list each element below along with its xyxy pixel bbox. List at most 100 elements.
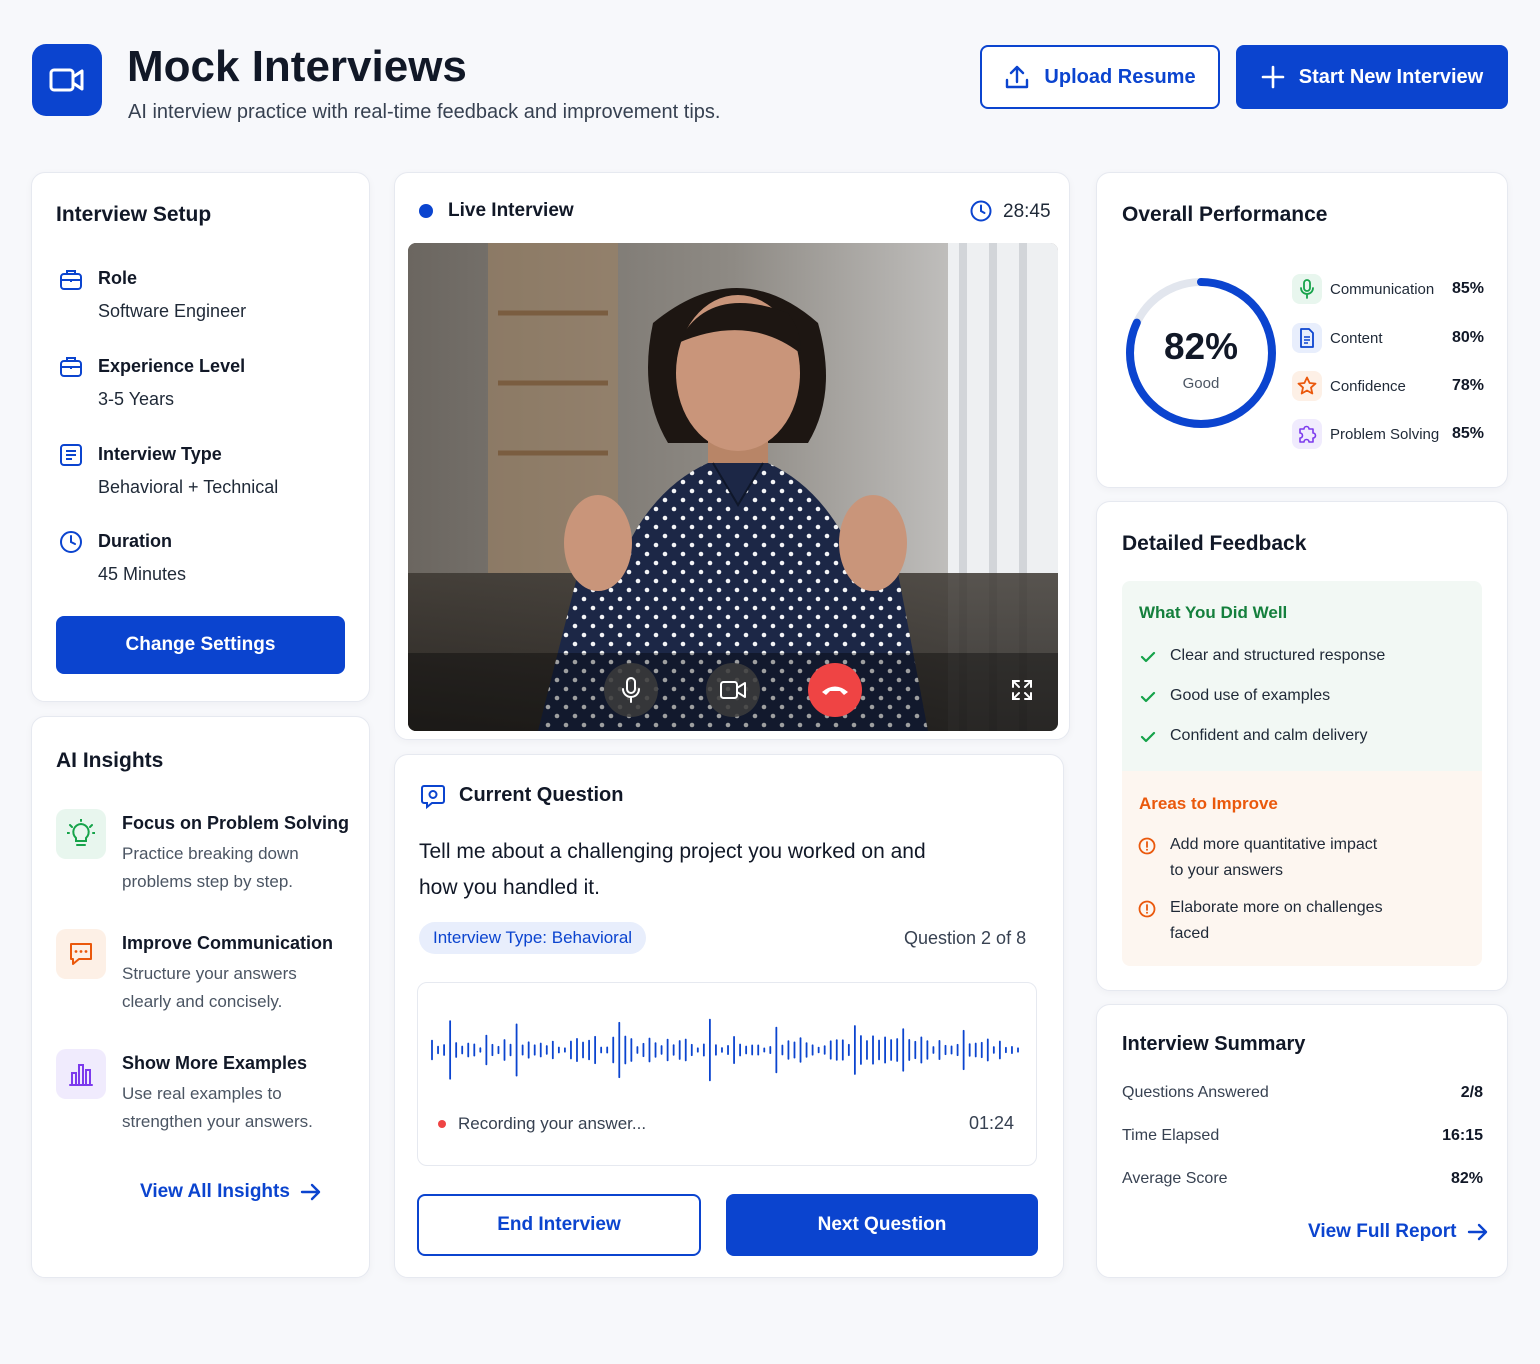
view-all-insights-link[interactable]: View All Insights — [140, 1181, 322, 1203]
star-icon — [1292, 371, 1322, 401]
areas-to-improve-title: Areas to Improve — [1139, 794, 1278, 813]
did-well-item: Clear and structured response — [1170, 647, 1386, 664]
metric-value: 78% — [1452, 377, 1485, 394]
insight-desc: Practice breaking down — [122, 844, 299, 863]
view-full-report-label: View Full Report — [1308, 1221, 1457, 1242]
end-interview-button[interactable]: End Interview — [417, 1194, 701, 1256]
lightbulb-icon — [56, 809, 106, 859]
recording-status-label: Recording your answer... — [458, 1114, 647, 1133]
did-well-title: What You Did Well — [1139, 603, 1288, 622]
overall-performance-title: Overall Performance — [1122, 203, 1328, 226]
video-feed — [408, 243, 1058, 731]
summary-row-value: 16:15 — [1442, 1127, 1483, 1144]
live-interview-card: Live Interview 28:45 — [394, 172, 1070, 740]
view-full-report-link[interactable]: View Full Report — [1308, 1221, 1489, 1243]
plus-icon — [1261, 65, 1285, 89]
interview-setup-card: Interview Setup Role Software Engineer E… — [31, 172, 370, 702]
puzzle-icon — [1292, 419, 1322, 449]
insight-desc: Use real examples to — [122, 1084, 282, 1103]
insight-title: Focus on Problem Solving — [122, 813, 350, 833]
insight-desc: clearly and concisely. — [122, 992, 283, 1011]
bar-chart-icon — [56, 1049, 106, 1099]
metric-value: 85% — [1452, 280, 1485, 297]
metric-name: Communication — [1330, 281, 1435, 298]
summary-row-label: Average Score — [1122, 1170, 1228, 1187]
metric-name: Content — [1330, 330, 1383, 347]
upload-resume-label: Upload Resume — [1044, 65, 1196, 88]
clock-icon — [58, 529, 84, 555]
current-question-card: Current Question Tell me about a challen… — [394, 754, 1064, 1278]
question-chat-icon — [419, 782, 447, 810]
detailed-feedback-card: Detailed Feedback What You Did Well Clea… — [1096, 501, 1508, 991]
insight-desc: strengthen your answers. — [122, 1112, 313, 1131]
experience-level-value: 3-5 Years — [98, 389, 175, 409]
summary-row-label: Questions Answered — [1122, 1084, 1269, 1101]
metric-name: Confidence — [1330, 378, 1406, 395]
start-new-interview-button[interactable]: Start New Interview — [1236, 45, 1508, 109]
insight-desc: Structure your answers — [122, 964, 297, 983]
live-interview-label: Live Interview — [448, 200, 574, 221]
chat-icon — [56, 929, 106, 979]
start-new-interview-label: Start New Interview — [1298, 65, 1484, 88]
interview-summary-title: Interview Summary — [1122, 1033, 1306, 1055]
interview-summary-card: Interview Summary Questions Answered 2/8… — [1096, 1004, 1508, 1278]
interview-timer: 28:45 — [1003, 201, 1051, 222]
check-icon — [1140, 690, 1156, 704]
change-settings-button[interactable]: Change Settings — [56, 616, 345, 674]
did-well-item: Good use of examples — [1170, 687, 1331, 704]
check-icon — [1140, 730, 1156, 744]
role-value: Software Engineer — [98, 301, 247, 321]
app-logo-video-icon — [32, 44, 102, 116]
role-label: Role — [98, 268, 138, 288]
interview-type-value: Behavioral + Technical — [98, 477, 279, 497]
recording-dot — [438, 1120, 446, 1128]
score-value: 82% — [1163, 326, 1239, 367]
arrow-right-icon — [1467, 1223, 1489, 1241]
next-question-button[interactable]: Next Question — [726, 1194, 1038, 1256]
summary-row-value: 2/8 — [1460, 1084, 1483, 1101]
camera-toggle-button[interactable] — [706, 663, 760, 717]
page-subtitle: AI interview practice with real-time fee… — [128, 101, 721, 123]
insight-title: Show More Examples — [122, 1053, 308, 1073]
question-counter: Question 2 of 8 — [904, 928, 1027, 948]
check-icon — [1140, 650, 1156, 664]
recording-panel: Recording your answer... 01:24 — [417, 982, 1037, 1166]
areas-to-improve-panel: Areas to Improve Add more quantitative i… — [1122, 771, 1482, 966]
phone-hangup-icon — [822, 686, 848, 695]
question-text-line: Tell me about a challenging project you … — [419, 840, 926, 863]
ai-insights-card: AI Insights Focus on Problem Solving Pra… — [31, 716, 370, 1278]
metric-value: 85% — [1452, 425, 1485, 442]
experience-level-label: Experience Level — [98, 356, 246, 376]
summary-row-value: 82% — [1450, 1170, 1483, 1187]
improve-item-line: to your answers — [1170, 862, 1283, 879]
insight-desc: problems step by step. — [122, 872, 294, 891]
summary-row-label: Time Elapsed — [1122, 1127, 1220, 1144]
question-text-line: how you handled it. — [419, 876, 600, 899]
interview-type-label: Interview Type — [98, 444, 222, 464]
list-icon — [58, 442, 84, 468]
alert-circle-icon — [1138, 900, 1156, 918]
fullscreen-icon — [1012, 680, 1032, 700]
clock-icon — [969, 199, 993, 223]
duration-label: Duration — [98, 531, 172, 551]
improve-item-line: faced — [1170, 925, 1210, 942]
microphone-icon — [622, 677, 640, 703]
interview-type-badge: Interview Type: Behavioral — [419, 922, 647, 954]
upload-resume-button[interactable]: Upload Resume — [980, 45, 1220, 109]
ai-insights-title: AI Insights — [56, 749, 164, 772]
improve-item-line: Elaborate more on challenges — [1170, 899, 1383, 916]
detailed-feedback-title: Detailed Feedback — [1122, 532, 1307, 555]
did-well-panel: What You Did Well Clear and structured r… — [1122, 581, 1482, 771]
video-camera-icon — [720, 681, 746, 699]
fullscreen-button[interactable] — [1008, 676, 1036, 704]
audio-waveform — [431, 1018, 1019, 1082]
view-all-insights-label: View All Insights — [140, 1181, 290, 1202]
recording-time: 01:24 — [969, 1113, 1015, 1133]
document-icon — [1292, 323, 1322, 353]
end-call-button[interactable] — [808, 663, 862, 717]
upload-icon — [1004, 64, 1030, 90]
microphone-toggle-button[interactable] — [604, 663, 658, 717]
improve-item-line: Add more quantitative impact — [1170, 836, 1378, 853]
metric-value: 80% — [1452, 329, 1485, 346]
current-question-title: Current Question — [459, 784, 624, 806]
